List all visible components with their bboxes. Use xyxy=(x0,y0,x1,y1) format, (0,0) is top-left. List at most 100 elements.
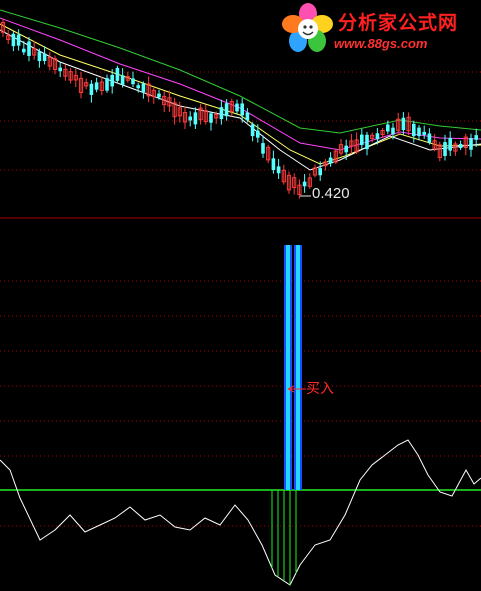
candlestick xyxy=(68,68,73,84)
candlestick xyxy=(458,140,463,151)
candlestick xyxy=(437,141,442,162)
candlestick xyxy=(365,131,369,156)
candlestick xyxy=(286,171,292,194)
candle-body xyxy=(318,168,322,176)
candlestick xyxy=(360,128,364,150)
candlestick xyxy=(146,76,151,103)
candlestick xyxy=(427,128,432,145)
candlestick xyxy=(52,55,58,75)
candle-body xyxy=(37,51,42,62)
candle-body xyxy=(27,41,31,56)
candle-body xyxy=(302,181,307,187)
candlestick xyxy=(406,112,411,136)
candlestick xyxy=(42,46,47,65)
candlestick xyxy=(203,104,208,125)
candle-body xyxy=(105,78,109,91)
candlestick xyxy=(302,174,307,193)
oscillator-line xyxy=(0,439,481,586)
candlestick xyxy=(261,135,265,158)
candlestick xyxy=(354,132,359,155)
candle-body xyxy=(136,85,140,89)
logo-url: www.88gs.com xyxy=(334,36,428,51)
candlestick xyxy=(0,18,6,37)
candlestick xyxy=(422,125,426,139)
candle-body xyxy=(417,127,421,137)
candlestick xyxy=(292,173,297,195)
candle-body xyxy=(422,131,426,135)
candlestick xyxy=(27,36,31,62)
buy-signal-bar-core xyxy=(296,245,300,490)
candle-body xyxy=(115,67,120,81)
candle-body xyxy=(209,113,213,123)
candle-body xyxy=(469,138,473,150)
candle-body xyxy=(89,83,94,95)
candle-body xyxy=(42,53,47,61)
candle-body xyxy=(443,142,447,156)
candlestick xyxy=(453,141,458,156)
candle-body xyxy=(157,93,161,98)
candlestick xyxy=(380,127,385,138)
candlestick xyxy=(318,161,322,181)
candlestick xyxy=(172,98,177,125)
candle-body xyxy=(120,75,125,85)
candle-body xyxy=(235,103,239,112)
candlestick xyxy=(78,71,84,99)
candle-body xyxy=(131,78,135,85)
candlestick xyxy=(193,107,198,130)
candle-body xyxy=(328,157,333,164)
candle-body xyxy=(256,130,260,138)
candle-body xyxy=(110,74,114,87)
candle-body xyxy=(94,82,99,90)
logo-title: 分析家公式网 xyxy=(338,12,459,34)
candlestick xyxy=(250,122,255,142)
candlestick xyxy=(344,139,348,161)
candle-body xyxy=(412,123,416,137)
candlestick xyxy=(276,158,281,179)
candle-body xyxy=(276,166,281,174)
candlestick xyxy=(349,133,354,154)
candlestick xyxy=(401,112,406,135)
candlestick xyxy=(63,64,68,81)
candlestick xyxy=(6,30,11,45)
candlestick xyxy=(469,133,473,157)
candlestick xyxy=(333,148,338,165)
candle-body xyxy=(58,67,62,72)
candlestick xyxy=(162,91,167,113)
candle-body xyxy=(224,103,229,117)
price-low-label: 0.420 xyxy=(312,185,350,202)
oscillator-indicator xyxy=(0,439,481,586)
candlestick xyxy=(443,134,447,161)
candlestick xyxy=(312,164,318,178)
candle-body xyxy=(391,127,395,135)
candlestick xyxy=(182,106,188,130)
candlestick xyxy=(229,98,234,117)
site-logo: 分析家公式网 www.88gs.com xyxy=(282,2,478,56)
candle-body xyxy=(360,134,364,145)
candlestick xyxy=(94,77,99,93)
grid-lines xyxy=(0,71,481,527)
candle-body xyxy=(458,143,463,149)
candlestick xyxy=(448,131,452,157)
candlestick xyxy=(338,138,344,156)
buy-signal-bars xyxy=(284,245,306,490)
candle-body xyxy=(240,103,244,116)
flower-logo-icon xyxy=(282,3,333,52)
candle-body xyxy=(386,124,390,132)
candlestick xyxy=(323,159,328,171)
candle-body xyxy=(11,33,16,47)
candlestick xyxy=(209,111,213,131)
candle-body xyxy=(22,48,26,53)
candle-body xyxy=(474,135,478,140)
candlestick xyxy=(167,90,172,112)
candlestick xyxy=(281,164,286,185)
candlestick xyxy=(328,152,333,167)
candle-body xyxy=(16,34,21,46)
candlestick xyxy=(235,99,239,114)
candlestick xyxy=(198,103,203,125)
stock-chart xyxy=(0,9,481,586)
candle-body xyxy=(448,138,452,151)
candle-body xyxy=(250,124,255,137)
candlestick xyxy=(84,78,89,90)
buy-signal-bar-core xyxy=(286,245,290,490)
candlestick xyxy=(412,120,416,143)
